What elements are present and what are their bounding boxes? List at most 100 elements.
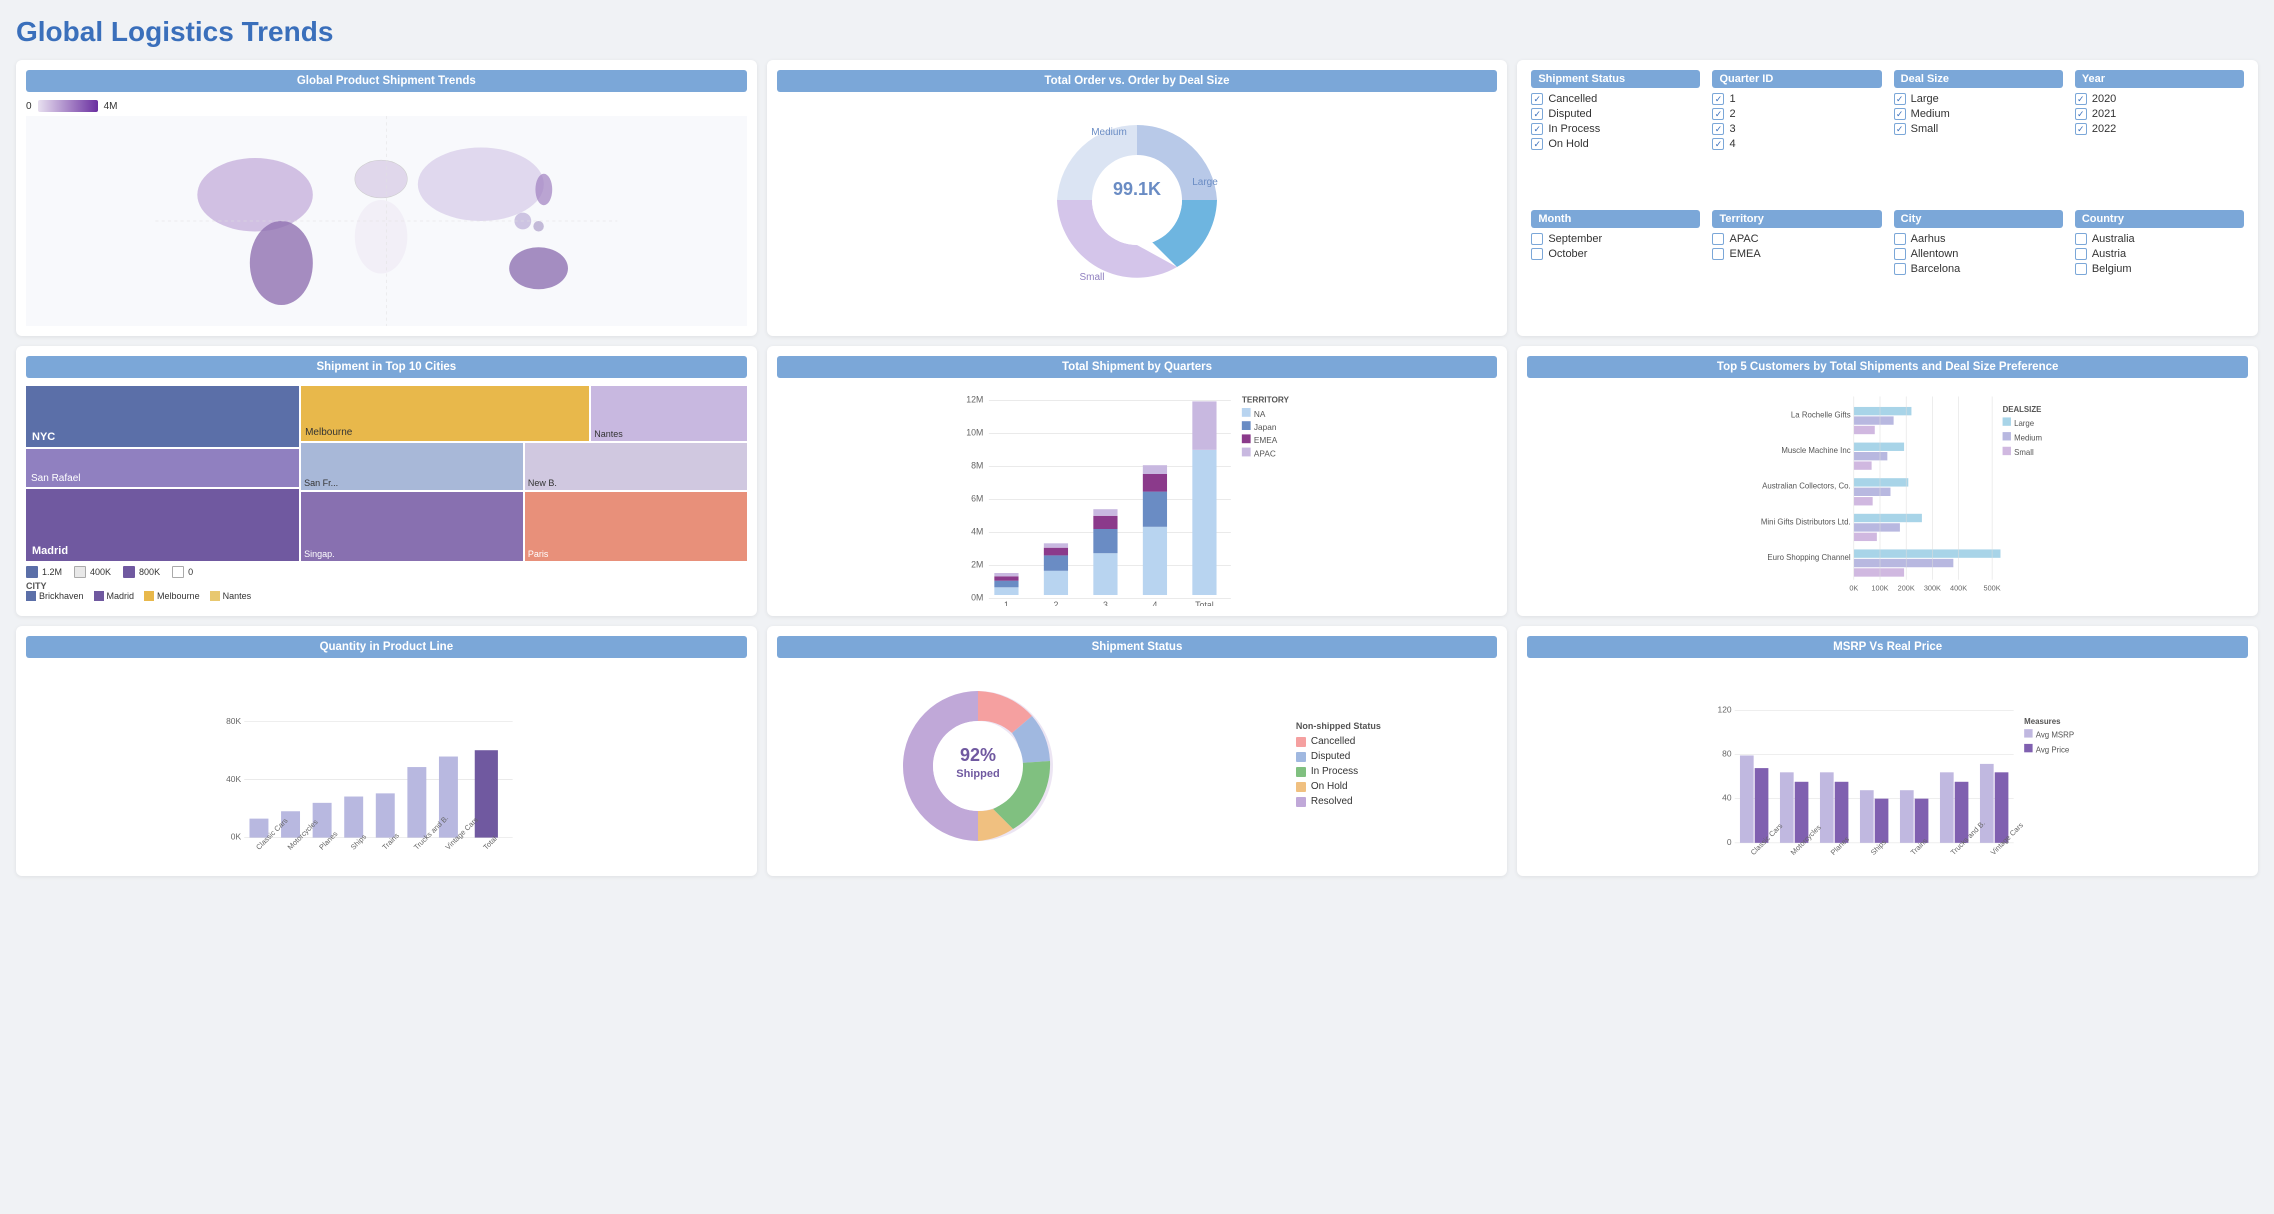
legend-swatch-400k <box>74 566 86 578</box>
aarhus-checkbox[interactable] <box>1894 233 1906 245</box>
qty-title: Quantity in Product Line <box>26 636 747 658</box>
filter-allentown[interactable]: Allentown <box>1894 248 2063 260</box>
filter-small[interactable]: Small <box>1894 123 2063 135</box>
svg-text:Australian Collectors, Co.: Australian Collectors, Co. <box>1762 482 1850 491</box>
filter-october[interactable]: October <box>1531 248 1700 260</box>
filter-on-hold[interactable]: On Hold <box>1531 138 1700 150</box>
filter-q1[interactable]: 1 <box>1712 93 1881 105</box>
treemap-col2: Melbourne Nantes San Fr... New B. Singap… <box>301 386 747 561</box>
legend-madrid: Madrid <box>94 591 135 601</box>
svg-text:Muscle Machine Inc: Muscle Machine Inc <box>1782 446 1851 455</box>
svg-text:40K: 40K <box>226 774 241 784</box>
shipment-status-filter: Shipment Status Cancelled Disputed In Pr… <box>1531 70 1700 202</box>
qty-chart-svg: 0K 40K 80K <box>26 666 747 866</box>
y2021-checkbox[interactable] <box>2075 108 2087 120</box>
filters-panel: Shipment Status Cancelled Disputed In Pr… <box>1517 60 2258 336</box>
allentown-checkbox[interactable] <box>1894 248 1906 260</box>
svg-text:Medium: Medium <box>2014 433 2042 442</box>
filter-austria[interactable]: Austria <box>2075 248 2244 260</box>
legend-1.2m: 1.2M <box>26 566 62 578</box>
order-donut-svg: 99.1K Medium Large Small <box>1037 105 1237 295</box>
quarter-id-filter: Quarter ID 1 2 3 4 <box>1712 70 1881 202</box>
barcelona-checkbox[interactable] <box>1894 263 1906 275</box>
filter-q3[interactable]: 3 <box>1712 123 1881 135</box>
y2020-checkbox[interactable] <box>2075 93 2087 105</box>
austria-checkbox[interactable] <box>2075 248 2087 260</box>
qty-chart-container: 0K 40K 80K <box>26 666 747 866</box>
svg-text:12M: 12M <box>966 395 983 405</box>
legend-swatch-0 <box>172 566 184 578</box>
dashboard-title: Global Logistics Trends <box>16 16 2258 48</box>
filter-medium[interactable]: Medium <box>1894 108 2063 120</box>
svg-text:0M: 0M <box>971 593 983 603</box>
city-legend-label: CITY <box>26 581 747 591</box>
in-process-checkbox[interactable] <box>1531 123 1543 135</box>
msrp-card: MSRP Vs Real Price 0 40 80 120 <box>1517 626 2258 876</box>
filter-emea[interactable]: EMEA <box>1712 248 1881 260</box>
medium-checkbox[interactable] <box>1894 108 1906 120</box>
global-shipment-card: Global Product Shipment Trends 0 4M <box>16 60 757 336</box>
filter-apac[interactable]: APAC <box>1712 233 1881 245</box>
svg-text:0: 0 <box>1727 837 1732 847</box>
filter-q2[interactable]: 2 <box>1712 108 1881 120</box>
svg-text:500K: 500K <box>1984 583 2001 592</box>
filter-cancelled[interactable]: Cancelled <box>1531 93 1700 105</box>
belgium-checkbox[interactable] <box>2075 263 2087 275</box>
filter-2020[interactable]: 2020 <box>2075 93 2244 105</box>
shipment-status-title: Shipment Status <box>777 636 1498 658</box>
filter-disputed[interactable]: Disputed <box>1531 108 1700 120</box>
svg-text:Measures: Measures <box>2025 717 2062 726</box>
svg-text:EMEA: EMEA <box>1254 436 1278 445</box>
month-label: Month <box>1531 210 1700 228</box>
svg-text:8M: 8M <box>971 461 983 471</box>
q2-checkbox[interactable] <box>1712 108 1724 120</box>
filter-australia[interactable]: Australia <box>2075 233 2244 245</box>
svg-text:200K: 200K <box>1898 583 1915 592</box>
total-order-card: Total Order vs. Order by Deal Size 99.1K… <box>767 60 1508 336</box>
filter-belgium[interactable]: Belgium <box>2075 263 2244 275</box>
disputed-checkbox[interactable] <box>1531 108 1543 120</box>
filter-aarhus[interactable]: Aarhus <box>1894 233 2063 245</box>
q4-checkbox[interactable] <box>1712 138 1724 150</box>
large-checkbox[interactable] <box>1894 93 1906 105</box>
country-label: Country <box>2075 210 2244 228</box>
svg-text:40: 40 <box>1723 793 1733 803</box>
svg-text:120: 120 <box>1718 704 1732 714</box>
filter-barcelona[interactable]: Barcelona <box>1894 263 2063 275</box>
treemap-row1: Melbourne Nantes <box>301 386 747 441</box>
svg-text:La Rochelle Gifts: La Rochelle Gifts <box>1791 410 1851 419</box>
y2022-checkbox[interactable] <box>2075 123 2087 135</box>
legend-brickhaven: Brickhaven <box>26 591 84 601</box>
australia-checkbox[interactable] <box>2075 233 2087 245</box>
q1-checkbox[interactable] <box>1712 93 1724 105</box>
filter-large[interactable]: Large <box>1894 93 2063 105</box>
svg-text:80: 80 <box>1723 749 1733 759</box>
q3-checkbox[interactable] <box>1712 123 1724 135</box>
filter-q4[interactable]: 4 <box>1712 138 1881 150</box>
on-hold-checkbox[interactable] <box>1531 138 1543 150</box>
filter-2021[interactable]: 2021 <box>2075 108 2244 120</box>
svg-text:Small: Small <box>1079 272 1104 283</box>
status-donut-container: 92% Shipped Non-shipped Status Cancelled… <box>777 666 1498 866</box>
top10-cities-title: Shipment in Top 10 Cities <box>26 356 747 378</box>
legend-resolved: Resolved <box>1296 796 1381 807</box>
status-donut-svg: 92% Shipped <box>893 681 1063 851</box>
filter-in-process[interactable]: In Process <box>1531 123 1700 135</box>
svg-text:Mini Gifts Distributors Ltd.: Mini Gifts Distributors Ltd. <box>1761 517 1851 526</box>
treemap-madrid: Madrid <box>26 489 299 561</box>
svg-text:300K: 300K <box>1924 583 1941 592</box>
filter-2022[interactable]: 2022 <box>2075 123 2244 135</box>
treemap-san-fr: San Fr... <box>301 443 523 489</box>
small-checkbox[interactable] <box>1894 123 1906 135</box>
emea-checkbox[interactable] <box>1712 248 1724 260</box>
legend-swatch-1.2m <box>26 566 38 578</box>
october-checkbox[interactable] <box>1531 248 1543 260</box>
qty-product-line-card: Quantity in Product Line 0K 40K 80K <box>16 626 757 876</box>
apac-checkbox[interactable] <box>1712 233 1724 245</box>
september-checkbox[interactable] <box>1531 233 1543 245</box>
treemap-san-rafael: San Rafael <box>26 449 299 487</box>
cancelled-checkbox[interactable] <box>1531 93 1543 105</box>
filter-september[interactable]: September <box>1531 233 1700 245</box>
map-legend-max: 4M <box>104 101 118 112</box>
svg-text:APAC: APAC <box>1254 449 1276 458</box>
